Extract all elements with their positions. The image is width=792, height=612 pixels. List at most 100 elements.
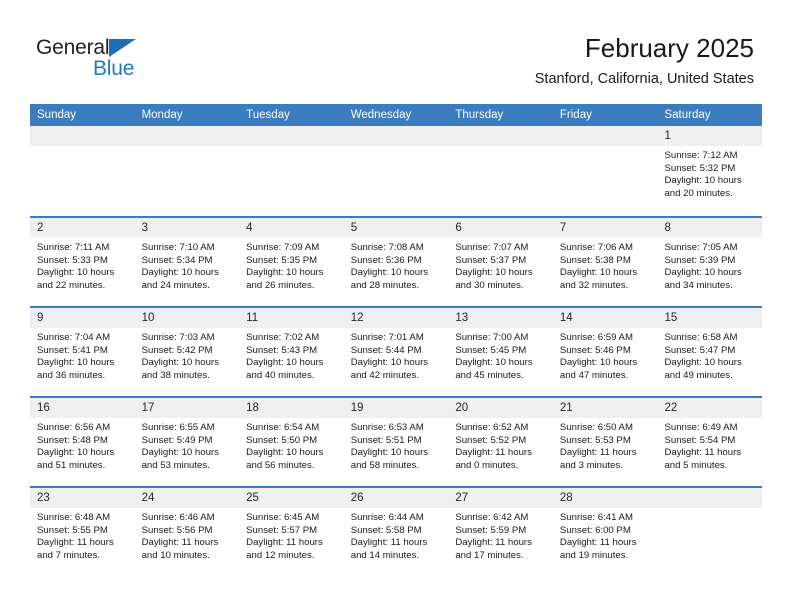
day-number: 25 [239,488,344,508]
sunrise-text: Sunrise: 6:54 AM [246,422,320,433]
day-sun-info: Sunrise: 6:55 AM Sunset: 5:49 PM Daylight:… [135,418,240,472]
day-number: 28 [552,488,658,508]
calendar-day-cell[interactable]: 27 Sunrise: 6:42 AM Sunset: 5:59 PM Dayligh… [448,488,553,576]
day-number: 22 [657,398,763,418]
daylight-text-line1: Daylight: 10 hours [559,357,638,369]
daylight-text-line1: Daylight: 10 hours [664,267,742,279]
sunset-text: Sunset: 5:33 PM [37,254,108,266]
sunset-text: Sunset: 5:49 PM [141,434,213,446]
sunrise-text: Sunrise: 7:09 AM [246,242,320,253]
day-sun-info: Sunrise: 6:53 AM Sunset: 5:51 PM Daylight:… [344,418,449,472]
day-number: 12 [343,308,449,328]
sunrise-text: Sunrise: 7:04 AM [37,332,111,343]
calendar-day-cell[interactable]: 25 Sunrise: 6:45 AM Sunset: 5:57 PM Dayligh… [239,488,344,576]
sunset-text: Sunset: 5:59 PM [455,524,527,536]
day-number: 18 [239,398,344,418]
sunrise-text: Sunrise: 7:03 AM [141,332,215,343]
daylight-text-line1: Daylight: 10 hours [141,357,219,369]
daylight-text-line1: Daylight: 11 hours [350,537,428,549]
calendar-day-cell[interactable]: 11 Sunrise: 7:02 AM Sunset: 5:43 PM Dayligh… [239,308,344,396]
day-number: 17 [134,398,240,418]
day-number [343,126,449,146]
logo-triangle-icon [109,39,136,57]
calendar-day-cell-empty [552,126,658,216]
calendar-day-cell[interactable]: 3 Sunrise: 7:10 AM Sunset: 5:34 PM Daylight… [134,218,240,306]
calendar-day-cell[interactable]: 24 Sunrise: 6:46 AM Sunset: 5:56 PM Dayligh… [134,488,240,576]
calendar-day-cell[interactable]: 28 Sunrise: 6:41 AM Sunset: 6:00 PM Dayligh… [552,488,658,576]
day-sun-info: Sunrise: 7:06 AM Sunset: 5:38 PM Daylight:… [553,238,658,292]
day-number [30,126,135,146]
calendar-day-cell[interactable]: 16 Sunrise: 6:56 AM Sunset: 5:48 PM Dayligh… [30,398,135,486]
day-number: 19 [343,398,449,418]
calendar-day-cell[interactable]: 5 Sunrise: 7:08 AM Sunset: 5:36 PM Daylight… [343,218,449,306]
calendar-day-cell[interactable]: 26 Sunrise: 6:44 AM Sunset: 5:58 PM Dayligh… [343,488,449,576]
weekday-header-wednesday: Wednesday [350,109,412,121]
calendar-day-cell[interactable]: 12 Sunrise: 7:01 AM Sunset: 5:44 PM Dayligh… [343,308,449,396]
day-sun-info: Sunrise: 7:07 AM Sunset: 5:37 PM Daylight:… [448,238,553,292]
daylight-text-line1: Daylight: 11 hours [455,447,532,459]
daylight-text-line2: and 47 minutes. [559,369,629,381]
sunset-text: Sunset: 5:34 PM [141,254,213,266]
sunrise-text: Sunrise: 7:02 AM [246,332,320,343]
sunrise-text: Sunrise: 7:05 AM [664,242,738,253]
sunset-text: Sunset: 5:35 PM [246,254,318,266]
calendar-day-cell[interactable]: 7 Sunrise: 7:06 AM Sunset: 5:38 PM Daylight… [552,218,658,306]
daylight-text-line2: and 40 minutes. [246,369,315,381]
calendar-day-cell[interactable]: 14 Sunrise: 6:59 AM Sunset: 5:46 PM Dayligh… [552,308,658,396]
sunset-text: Sunset: 5:54 PM [664,434,736,446]
day-sun-info: Sunrise: 6:56 AM Sunset: 5:48 PM Daylight:… [30,418,135,472]
day-number: 23 [30,488,135,508]
daylight-text-line1: Daylight: 11 hours [664,447,742,459]
daylight-text-line1: Daylight: 10 hours [141,267,219,279]
day-number: 27 [448,488,553,508]
daylight-text-line2: and 22 minutes. [37,279,106,291]
daylight-text-line1: Daylight: 10 hours [246,357,324,369]
daylight-text-line1: Daylight: 10 hours [664,175,742,187]
calendar-day-cell[interactable]: 2 Sunrise: 7:11 AM Sunset: 5:33 PM Daylight… [30,218,135,306]
calendar-day-cell[interactable]: 22 Sunrise: 6:49 AM Sunset: 5:54 PM Dayligh… [657,398,763,486]
calendar-day-cell[interactable]: 10 Sunrise: 7:03 AM Sunset: 5:42 PM Dayligh… [134,308,240,396]
day-sun-info: Sunrise: 6:44 AM Sunset: 5:58 PM Daylight:… [344,508,449,562]
calendar-day-cell-empty [343,126,449,216]
calendar-day-cell[interactable]: 13 Sunrise: 7:00 AM Sunset: 5:45 PM Dayligh… [448,308,553,396]
weekday-header-row: Sunday Monday Tuesday Wednesday Thursday… [30,104,762,126]
day-sun-info: Sunrise: 6:58 AM Sunset: 5:47 PM Daylight:… [657,328,762,382]
daylight-text-line1: Daylight: 10 hours [350,267,429,279]
calendar-week-row: 23 Sunrise: 6:48 AM Sunset: 5:55 PM Dayligh… [30,486,763,576]
calendar-day-cell[interactable]: 23 Sunrise: 6:48 AM Sunset: 5:55 PM Dayligh… [30,488,135,576]
sunrise-text: Sunrise: 6:55 AM [141,422,215,433]
sunrise-text: Sunrise: 7:01 AM [350,332,424,343]
sunset-text: Sunset: 5:50 PM [246,434,318,446]
calendar-day-cell[interactable]: 17 Sunrise: 6:55 AM Sunset: 5:49 PM Dayligh… [134,398,240,486]
calendar-day-cell[interactable]: 19 Sunrise: 6:53 AM Sunset: 5:51 PM Dayligh… [343,398,449,486]
day-number: 11 [239,308,344,328]
day-sun-info: Sunrise: 7:08 AM Sunset: 5:36 PM Daylight:… [344,238,449,292]
daylight-text-line2: and 7 minutes. [37,549,100,561]
daylight-text-line1: Daylight: 11 hours [141,537,219,549]
daylight-text-line2: and 32 minutes. [559,279,629,291]
day-sun-info: Sunrise: 6:46 AM Sunset: 5:56 PM Daylight:… [135,508,240,562]
calendar-day-cell[interactable]: 9 Sunrise: 7:04 AM Sunset: 5:41 PM Daylight… [30,308,135,396]
calendar-day-cell[interactable]: 20 Sunrise: 6:52 AM Sunset: 5:52 PM Dayligh… [448,398,553,486]
calendar-day-cell[interactable]: 18 Sunrise: 6:54 AM Sunset: 5:50 PM Dayligh… [239,398,344,486]
sunset-text: Sunset: 5:38 PM [559,254,631,266]
calendar-day-cell[interactable]: 8 Sunrise: 7:05 AM Sunset: 5:39 PM Daylight… [657,218,763,306]
sunrise-text: Sunrise: 7:00 AM [455,332,529,343]
calendar-day-cell[interactable]: 4 Sunrise: 7:09 AM Sunset: 5:35 PM Daylight… [239,218,344,306]
sunrise-text: Sunrise: 6:45 AM [246,512,320,523]
daylight-text-line2: and 14 minutes. [350,549,420,561]
day-sun-info: Sunrise: 7:05 AM Sunset: 5:39 PM Daylight:… [657,238,762,292]
weekday-header-tuesday: Tuesday [246,109,290,121]
sunset-text: Sunset: 5:39 PM [664,254,736,266]
daylight-text-line1: Daylight: 10 hours [246,267,324,279]
calendar-day-cell[interactable]: 15 Sunrise: 6:58 AM Sunset: 5:47 PM Dayligh… [657,308,763,396]
calendar-day-cell[interactable]: 1 Sunrise: 7:12 AM Sunset: 5:32 PM Daylight… [657,126,763,216]
calendar-day-cell-empty [657,488,763,576]
sunset-text: Sunset: 5:52 PM [455,434,527,446]
general-blue-logo[interactable]: General Blue [36,36,166,86]
calendar-day-cell[interactable]: 21 Sunrise: 6:50 AM Sunset: 5:53 PM Dayligh… [552,398,658,486]
sunrise-text: Sunrise: 6:46 AM [141,512,215,523]
calendar-day-cell[interactable]: 6 Sunrise: 7:07 AM Sunset: 5:37 PM Daylight… [448,218,553,306]
sunrise-text: Sunrise: 7:11 AM [37,242,110,253]
day-sun-info: Sunrise: 6:49 AM Sunset: 5:54 PM Daylight:… [657,418,762,472]
